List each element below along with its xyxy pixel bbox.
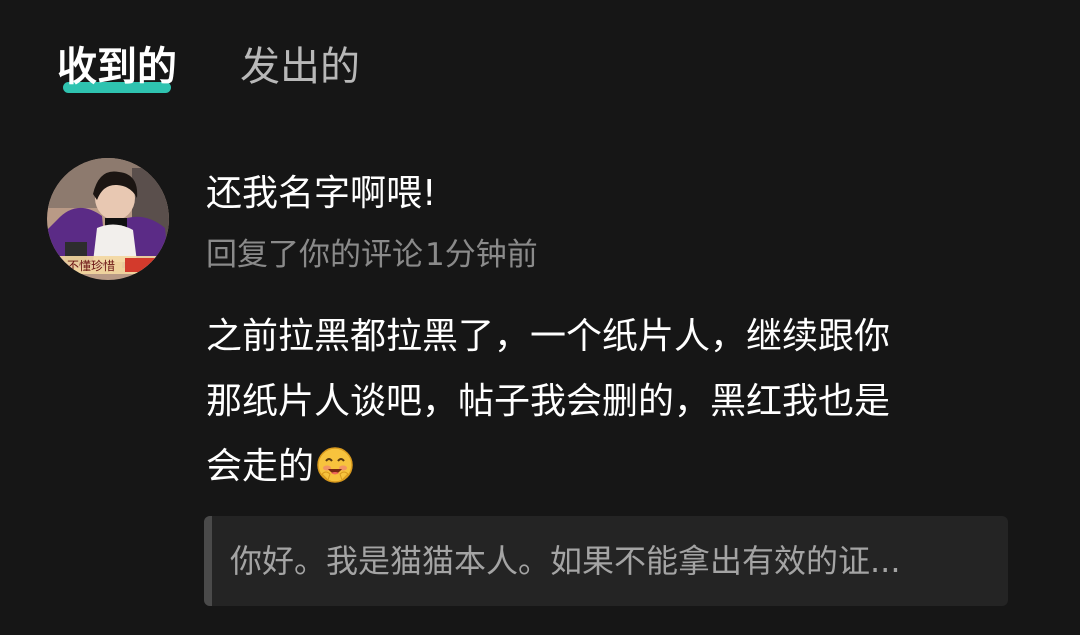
tab-received[interactable]: 收到的 [57,40,177,94]
tab-sent-label: 发出的 [240,44,360,90]
messages-page: 收到的 发出的 不懂珍惜 还我名字啊喂! 回复了你的评论1分钟前 之前拉黑都拉黑… [0,0,1080,635]
comment-line: 那纸片人谈吧，帖子我会删的，黑红我也是 [206,381,891,422]
reply-comment[interactable]: 之前拉黑都拉黑了，一个纸片人，继续跟你 那纸片人谈吧，帖子我会删的，黑红我也是 … [206,304,1016,499]
notification-meta: 回复了你的评论1分钟前 [206,232,538,278]
comment-line: 会走的 [206,434,1016,499]
grinning-face-emoji [317,447,353,483]
comment-line-text: 会走的 [206,446,315,487]
quoted-text: 你好。我是猫猫本人。如果不能拿出有效的证... [230,542,901,580]
action-text: 回复了你的评论 [206,237,423,273]
user-avatar[interactable]: 不懂珍惜 [47,158,169,280]
timestamp: 1分钟前 [425,237,538,273]
tab-bar: 收到的 发出的 [0,0,1080,120]
comment-line: 之前拉黑都拉黑了，一个纸片人，继续跟你 [206,316,891,357]
username[interactable]: 还我名字啊喂! [206,168,436,220]
tab-received-label: 收到的 [57,44,177,90]
avatar-caption: 不懂珍惜 [67,259,115,273]
avatar-image: 不懂珍惜 [47,158,169,280]
quoted-original-comment[interactable]: 你好。我是猫猫本人。如果不能拿出有效的证... [204,516,1008,606]
tab-sent[interactable]: 发出的 [240,40,360,94]
quote-bar [204,516,212,606]
